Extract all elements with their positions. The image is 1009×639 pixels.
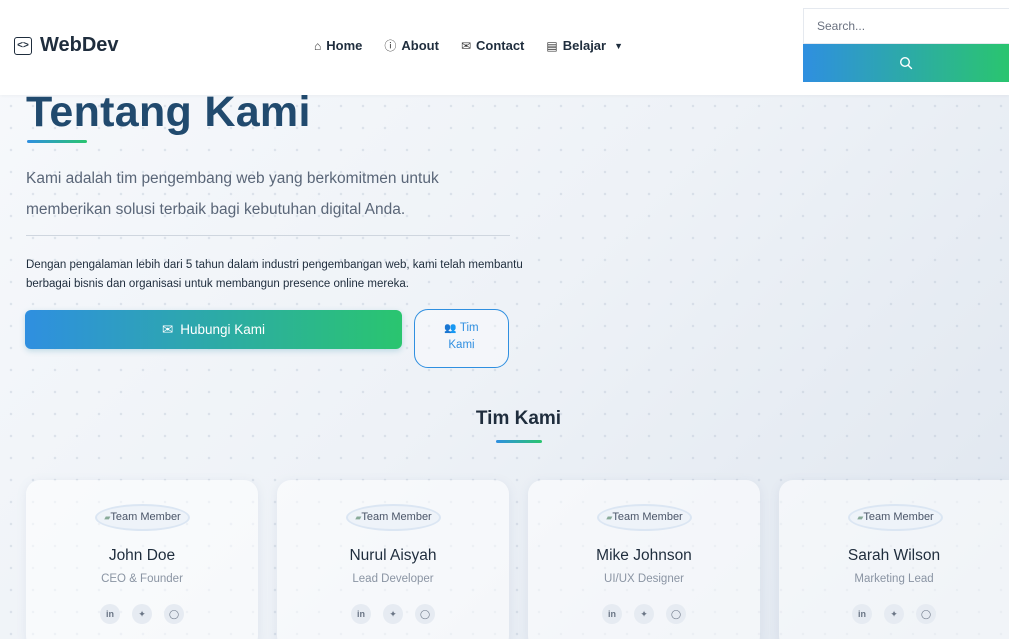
brand-logo[interactable]: <> WebDev	[14, 34, 119, 57]
code-icon: <>	[14, 36, 32, 55]
avatar: ▰Team Member	[95, 504, 190, 531]
search-input[interactable]	[803, 8, 1009, 44]
avatar-alt: Team Member	[612, 511, 683, 523]
twitter-icon[interactable]: ✦	[634, 604, 654, 624]
member-role: CEO & Founder	[101, 573, 183, 585]
avatar-alt: Team Member	[863, 511, 934, 523]
social-links: in ✦ ◯	[779, 604, 1009, 624]
member-name: Mike Johnson	[596, 547, 692, 564]
member-role: Lead Developer	[352, 573, 434, 585]
users-icon: 👥	[444, 323, 457, 334]
social-links: in ✦ ◯	[277, 604, 509, 624]
team-title-underline	[496, 440, 542, 443]
nav-contact-label: Contact	[476, 38, 525, 53]
nav-belajar-label: Belajar	[562, 38, 607, 53]
twitter-icon[interactable]: ✦	[383, 604, 403, 624]
navbar: <> WebDev ⌂ Home ⓘ About ✉ Contact ▤ Bel…	[0, 0, 1009, 95]
our-team-button[interactable]: 👥 Tim Kami	[414, 309, 509, 368]
mail-icon: ✉	[460, 38, 471, 53]
nav-home[interactable]: ⌂ Home	[314, 37, 362, 54]
nav-home-label: Home	[326, 38, 363, 53]
team-card: ▰Team Member Mike Johnson UI/UX Designer…	[528, 480, 760, 639]
home-icon: ⌂	[314, 38, 322, 53]
main-nav: ⌂ Home ⓘ About ✉ Contact ▤ Belajar ▼	[314, 37, 623, 54]
envelope-icon: ✉	[161, 321, 174, 337]
github-icon[interactable]: ◯	[415, 604, 435, 624]
caret-down-icon: ▼	[614, 40, 624, 51]
nav-contact[interactable]: ✉ Contact	[461, 37, 524, 54]
member-role: Marketing Lead	[854, 573, 934, 585]
search-icon	[899, 56, 913, 70]
hero-description: Dengan pengalaman lebih dari 5 tahun dal…	[26, 259, 523, 290]
page-title: Tentang Kami	[26, 88, 311, 136]
member-name: Nurul Aisyah	[349, 547, 437, 564]
team-card: ▰Team Member John Doe CEO & Founder in ✦…	[26, 480, 258, 639]
github-icon[interactable]: ◯	[916, 604, 936, 624]
linkedin-icon[interactable]: in	[351, 604, 371, 624]
linkedin-icon[interactable]: in	[100, 604, 120, 624]
avatar-alt: Team Member	[361, 511, 432, 523]
member-role: UI/UX Designer	[604, 573, 684, 585]
social-links: in ✦ ◯	[26, 604, 258, 624]
avatar: ▰Team Member	[597, 504, 692, 531]
contact-us-button[interactable]: ✉ Hubungi Kami	[25, 310, 402, 349]
nav-about[interactable]: ⓘ About	[384, 37, 439, 54]
avatar-alt: Team Member	[110, 511, 181, 523]
member-name: Sarah Wilson	[847, 547, 941, 564]
twitter-icon[interactable]: ✦	[884, 604, 904, 624]
nav-belajar-dropdown[interactable]: ▤ Belajar ▼	[546, 37, 623, 54]
linkedin-icon[interactable]: in	[602, 604, 622, 624]
book-icon: ▤	[546, 38, 558, 53]
team-card: ▰Team Member Nurul Aisyah Lead Developer…	[277, 480, 509, 639]
avatar: ▰Team Member	[346, 504, 441, 531]
social-links: in ✦ ◯	[528, 604, 760, 624]
github-icon[interactable]: ◯	[666, 604, 686, 624]
twitter-icon[interactable]: ✦	[132, 604, 152, 624]
search-button[interactable]	[803, 44, 1009, 82]
avatar: ▰Team Member	[848, 504, 943, 531]
divider	[26, 235, 510, 236]
hero-lead: Kami adalah tim pengembang web yang berk…	[26, 170, 439, 218]
github-icon[interactable]: ◯	[164, 604, 184, 624]
info-icon: ⓘ	[384, 39, 397, 53]
nav-about-label: About	[401, 38, 439, 53]
contact-us-label: Hubungi Kami	[180, 322, 266, 337]
brand-name: WebDev	[40, 34, 119, 56]
team-card: ▰Team Member Sarah Wilson Marketing Lead…	[779, 480, 1009, 639]
title-underline	[27, 140, 87, 143]
linkedin-icon[interactable]: in	[852, 604, 872, 624]
member-name: John Doe	[108, 547, 176, 564]
team-section-title: Tim Kami	[475, 408, 562, 429]
